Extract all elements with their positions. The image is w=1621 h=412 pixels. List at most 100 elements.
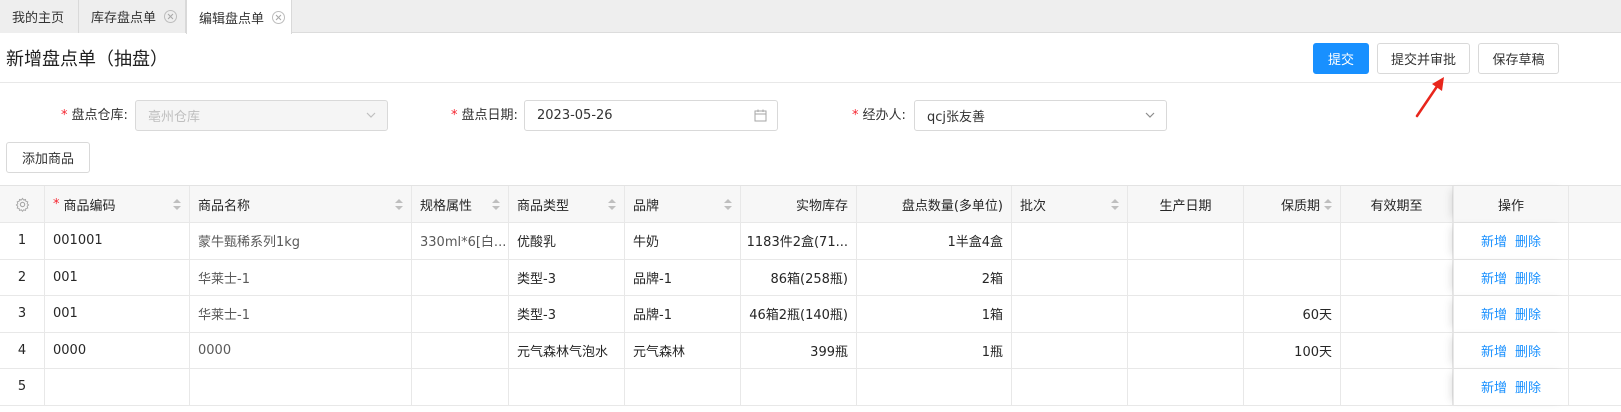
cell-expiry[interactable] <box>1341 223 1453 259</box>
column-settings[interactable] <box>0 186 45 222</box>
cell-spec[interactable] <box>412 369 509 405</box>
cell-type[interactable] <box>509 369 625 405</box>
cell-count[interactable]: 2箱 <box>857 259 1012 295</box>
handler-select[interactable]: qcj张友善 <box>914 100 1167 131</box>
cell-name[interactable]: 蒙牛甄稀系列1kg <box>190 223 412 259</box>
row-add-link[interactable]: 新增 <box>1481 341 1507 360</box>
col-header-shelf-life[interactable]: 保质期 <box>1244 186 1341 222</box>
date-picker[interactable]: 2023-05-26 <box>524 100 778 131</box>
sort-icon[interactable] <box>173 199 181 211</box>
cell-brand[interactable]: 牛奶 <box>625 223 741 259</box>
cell-mfg-date[interactable] <box>1128 332 1244 368</box>
cell-batch[interactable] <box>1012 223 1128 259</box>
cell-count[interactable]: 1半盒4盒 <box>857 223 1012 259</box>
cell-brand[interactable] <box>625 369 741 405</box>
cell-name[interactable]: 华莱士-1 <box>190 259 412 295</box>
col-header-name[interactable]: 商品名称 <box>190 186 412 222</box>
sort-icon[interactable] <box>608 199 616 211</box>
submit-approve-button[interactable]: 提交并审批 <box>1377 43 1470 74</box>
cell-code[interactable]: 0000 <box>45 332 190 368</box>
row-delete-link[interactable]: 删除 <box>1515 377 1541 396</box>
sort-icon[interactable] <box>1324 199 1332 211</box>
cell-shelf-life[interactable] <box>1244 223 1341 259</box>
col-header-code[interactable]: * 商品编码 <box>45 186 190 222</box>
warehouse-select[interactable]: 亳州仓库 <box>135 100 388 131</box>
row-add-link[interactable]: 新增 <box>1481 304 1507 323</box>
cell-code[interactable]: 001 <box>45 259 190 295</box>
tab-inventory-list[interactable]: 库存盘点单 <box>79 0 186 33</box>
cell-expiry[interactable] <box>1341 296 1453 332</box>
cell-mfg-date[interactable] <box>1128 259 1244 295</box>
cell-count[interactable]: 1箱 <box>857 296 1012 332</box>
cell-stock[interactable]: 46箱2瓶(140瓶) <box>741 296 857 332</box>
cell-brand[interactable]: 品牌-1 <box>625 259 741 295</box>
cell-actions: 新增 删除 <box>1453 223 1569 259</box>
cell-type[interactable]: 类型-3 <box>509 259 625 295</box>
row-delete-link[interactable]: 删除 <box>1515 231 1541 250</box>
cell-shelf-life[interactable]: 60天 <box>1244 296 1341 332</box>
add-product-button[interactable]: 添加商品 <box>6 142 90 173</box>
cell-type[interactable]: 元气森林气泡水 <box>509 332 625 368</box>
cell-name[interactable]: 0000 <box>190 332 412 368</box>
row-add-link[interactable]: 新增 <box>1481 268 1507 287</box>
col-header-spec[interactable]: 规格属性 <box>412 186 509 222</box>
cell-brand[interactable]: 品牌-1 <box>625 296 741 332</box>
tab-bar: 我的主页 库存盘点单 编辑盘点单 <box>0 0 1621 34</box>
cell-spec[interactable]: 330ml*6[白... <box>412 223 509 259</box>
cell-name[interactable] <box>190 369 412 405</box>
cell-batch[interactable] <box>1012 296 1128 332</box>
tab-home[interactable]: 我的主页 <box>0 0 79 33</box>
cell-mfg-date[interactable] <box>1128 223 1244 259</box>
submit-button[interactable]: 提交 <box>1313 43 1369 74</box>
close-icon[interactable] <box>272 10 286 24</box>
cell-type[interactable]: 优酸乳 <box>509 223 625 259</box>
cell-mfg-date[interactable] <box>1128 369 1244 405</box>
col-header-batch[interactable]: 批次 <box>1012 186 1128 222</box>
row-delete-link[interactable]: 删除 <box>1515 304 1541 323</box>
cell-mfg-date[interactable] <box>1128 296 1244 332</box>
row-add-link[interactable]: 新增 <box>1481 377 1507 396</box>
cell-code[interactable]: 001001 <box>45 223 190 259</box>
cell-shelf-life[interactable] <box>1244 369 1341 405</box>
cell-row-number: 3 <box>0 296 45 332</box>
col-header-label: 操作 <box>1497 198 1524 214</box>
cell-count[interactable]: 1瓶 <box>857 332 1012 368</box>
cell-brand[interactable]: 元气森林 <box>625 332 741 368</box>
sort-icon[interactable] <box>395 199 403 211</box>
calendar-icon <box>754 109 767 122</box>
cell-expiry[interactable] <box>1341 259 1453 295</box>
cell-code[interactable] <box>45 369 190 405</box>
cell-expiry[interactable] <box>1341 332 1453 368</box>
sort-icon[interactable] <box>1111 199 1119 211</box>
cell-type[interactable]: 类型-3 <box>509 296 625 332</box>
cell-shelf-life[interactable]: 100天 <box>1244 332 1341 368</box>
sort-icon[interactable] <box>492 199 500 211</box>
table-row: 5 新增 删除 <box>0 369 1621 406</box>
col-header-label: 商品类型 <box>517 198 570 214</box>
cell-stock[interactable]: 86箱(258瓶) <box>741 259 857 295</box>
cell-code[interactable]: 001 <box>45 296 190 332</box>
cell-stock[interactable]: 1183件2盒(71... <box>741 223 857 259</box>
cell-name[interactable]: 华莱士-1 <box>190 296 412 332</box>
cell-expiry[interactable] <box>1341 369 1453 405</box>
cell-spec[interactable] <box>412 259 509 295</box>
close-icon[interactable] <box>164 10 178 23</box>
cell-batch[interactable] <box>1012 259 1128 295</box>
cell-stock[interactable] <box>741 369 857 405</box>
row-delete-link[interactable]: 删除 <box>1515 268 1541 287</box>
tab-edit-count[interactable]: 编辑盘点单 <box>186 0 292 34</box>
tab-label: 库存盘点单 <box>91 11 157 26</box>
cell-spec[interactable] <box>412 332 509 368</box>
sort-icon[interactable] <box>724 199 732 211</box>
save-draft-button[interactable]: 保存草稿 <box>1478 43 1559 74</box>
cell-batch[interactable] <box>1012 332 1128 368</box>
cell-spec[interactable] <box>412 296 509 332</box>
cell-batch[interactable] <box>1012 369 1128 405</box>
cell-count[interactable] <box>857 369 1012 405</box>
col-header-brand[interactable]: 品牌 <box>625 186 741 222</box>
row-add-link[interactable]: 新增 <box>1481 231 1507 250</box>
row-delete-link[interactable]: 删除 <box>1515 341 1541 360</box>
cell-stock[interactable]: 399瓶 <box>741 332 857 368</box>
cell-shelf-life[interactable] <box>1244 259 1341 295</box>
col-header-type[interactable]: 商品类型 <box>509 186 625 222</box>
